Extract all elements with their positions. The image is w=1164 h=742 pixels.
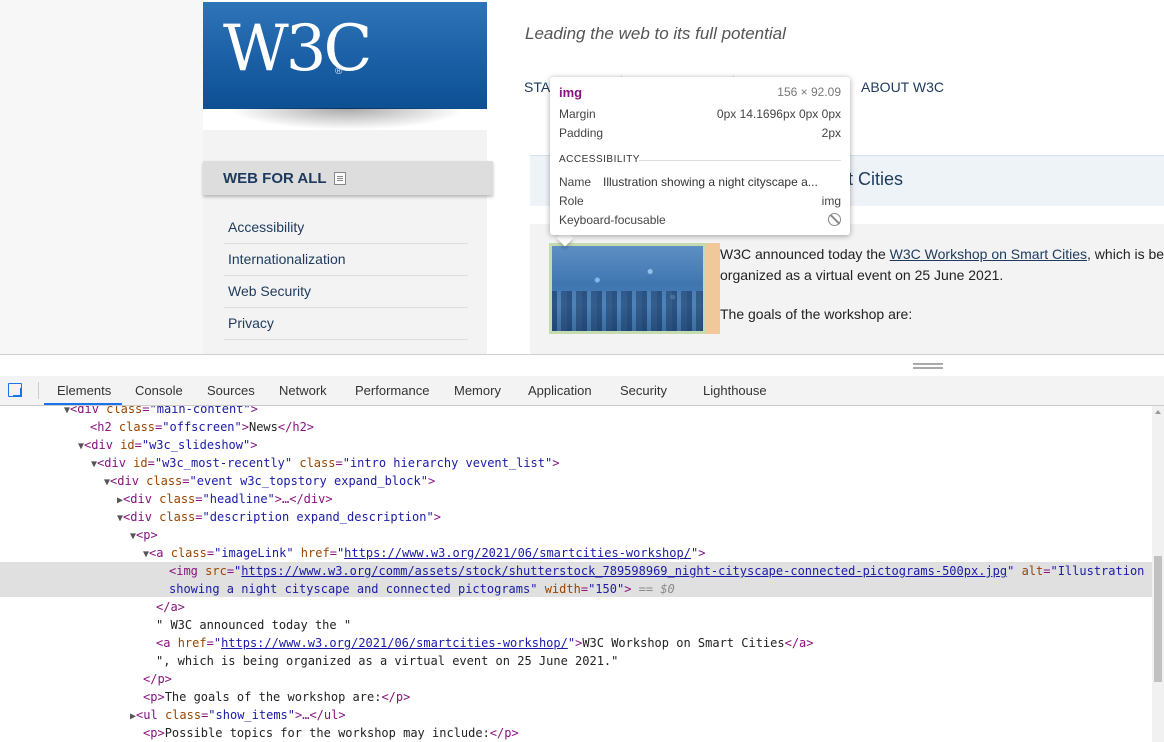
dom-node[interactable]: ▼<div id="w3c_slideshow"> [78,436,257,454]
tagline: Leading the web to its full potential [525,24,786,43]
top-nav-standards[interactable]: STA [524,79,550,95]
tab-memory[interactable]: Memory [454,383,501,398]
w3c-logo[interactable]: W3C ® [203,2,487,109]
selected-dom-node[interactable]: <img src="https://www.w3.org/comm/assets… [169,562,1144,580]
scrollbar-thumb[interactable] [1154,556,1162,682]
tooltip-padding-label: Padding [559,126,604,140]
sidebar-list: Accessibility Internationalization Web S… [224,212,468,340]
dom-node[interactable]: ▼<div class="event w3c_topstory expand_b… [104,472,435,490]
tooltip-keyboard-row: Keyboard-focusable [559,213,841,229]
logo-registered-mark: ® [335,66,343,77]
devtools-tabbar: Elements Console Sources Network Perform… [0,376,1164,406]
href-link[interactable]: https://www.w3.org/2021/06/smartcities-w… [344,546,691,560]
sidebar-item-privacy[interactable]: Privacy [224,308,468,340]
tab-lighthouse[interactable]: Lighthouse [703,383,767,398]
logo-shadow [228,108,466,130]
tooltip-margin-row: Margin 0px 14.1696px 0px 0px [559,107,841,123]
tab-application[interactable]: Application [528,383,592,398]
tooltip-keyboard-label: Keyboard-focusable [559,213,666,227]
tab-console[interactable]: Console [135,383,183,398]
tooltip-role-label: Role [559,194,584,208]
news-paragraph-text: organized as a virtual event on 25 June … [720,267,1004,283]
tooltip-role-row: Role img [559,194,841,210]
devtools-panel: Elements Console Sources Network Perform… [0,376,1164,742]
grip-icon [913,363,943,365]
active-tab-indicator [44,403,122,405]
workshop-link[interactable]: W3C Workshop on Smart Cities [890,246,1087,262]
top-nav-about-w3c[interactable]: ABOUT W3C [861,79,944,95]
sidebar-item-web-security[interactable]: Web Security [224,276,468,308]
sidebar-item-accessibility[interactable]: Accessibility [224,212,468,244]
left-margin [0,0,203,354]
not-focusable-icon [828,213,841,226]
dom-node[interactable]: </p> [143,670,172,688]
dom-text-node[interactable]: " W3C announced today the " [156,616,351,634]
tooltip-name-value: Illustration showing a night cityscape a… [603,175,818,189]
tooltip-dimensions: 156 × 92.09 [777,85,841,99]
dom-node[interactable]: <h2 class="offscreen">News</h2> [90,418,314,436]
dom-node[interactable]: ▶<ul class="show_items">…</ul> [130,706,346,724]
sidebar-header-label: WEB FOR ALL [223,170,327,187]
tooltip-margin-value: 0px 14.1696px 0px 0px [716,107,841,121]
dom-node[interactable]: <p>Possible topics for the workshop may … [143,724,519,742]
tab-sources[interactable]: Sources [207,383,255,398]
dom-node[interactable]: <a href="https://www.w3.org/2021/06/smar… [156,634,814,652]
tab-performance[interactable]: Performance [355,383,429,398]
goals-paragraph: The goals of the workshop are: [720,306,913,322]
dom-tree: ▼<div class="main-content"> <h2 class="o… [0,406,1152,742]
tooltip-margin-label: Margin [559,107,596,121]
news-paragraph-text: , which is be [1087,246,1164,262]
page-viewport: W3C ® Leading the web to its full potent… [0,0,1164,354]
logo-text: W3C [223,12,372,86]
toolbar-separator [38,382,39,399]
tab-security[interactable]: Security [620,383,667,398]
dom-node[interactable]: ▶<div class="headline">…</div> [117,490,333,508]
document-icon [334,172,346,185]
tab-elements[interactable]: Elements [57,383,111,398]
dom-node[interactable]: ▼<div id="w3c_most-recently" class="intr… [91,454,559,472]
dom-tree-scrollbar[interactable] [1152,406,1164,742]
selected-dom-node-continued[interactable]: showing a night cityscape and connected … [169,580,675,598]
news-paragraph: W3C announced today the W3C Workshop on … [720,244,1164,286]
tooltip-role-value: img [821,194,841,208]
dom-node[interactable]: ▼<a class="imageLink" href="https://www.… [143,544,705,562]
href-link[interactable]: https://www.w3.org/2021/06/smartcities-w… [221,636,568,650]
dom-node[interactable]: </a> [156,598,185,616]
tooltip-divider [639,160,841,161]
tooltip-name-label: Name [559,175,592,189]
devtools-resize-handle[interactable] [0,354,1164,377]
dom-node[interactable]: ▼<p> [130,526,158,544]
tooltip-padding-row: Padding 2px [559,126,841,142]
sidebar-header[interactable]: WEB FOR ALL [203,161,493,195]
tooltip-padding-value: 2px [821,126,841,140]
inspect-element-icon[interactable] [8,383,22,397]
tooltip-title-row: img 156 × 92.09 [559,85,841,101]
tab-network[interactable]: Network [279,383,327,398]
dom-node[interactable]: <p>The goals of the workshop are:</p> [143,688,410,706]
dom-node[interactable]: ▼<div class="main-content"> [64,406,258,418]
tooltip-tag: img [559,85,583,100]
tooltip-accessibility-heading: ACCESSIBILITY [559,154,640,165]
src-link[interactable]: https://www.w3.org/comm/assets/stock/shu… [241,564,1007,578]
news-paragraph-text: W3C announced today the [720,246,890,262]
sidebar-item-internationalization[interactable]: Internationalization [224,244,468,276]
scroll-up-arrow-icon[interactable] [1155,410,1161,414]
dom-node[interactable]: ▼<div class="description expand_descript… [117,508,441,526]
console-ref-marker: == $0 [638,582,675,596]
inspect-tooltip: img 156 × 92.09 Margin 0px 14.1696px 0px… [550,77,850,235]
dom-text-node[interactable]: ", which is being organized as a virtual… [156,652,618,670]
night-cityscape-image[interactable] [552,246,703,331]
